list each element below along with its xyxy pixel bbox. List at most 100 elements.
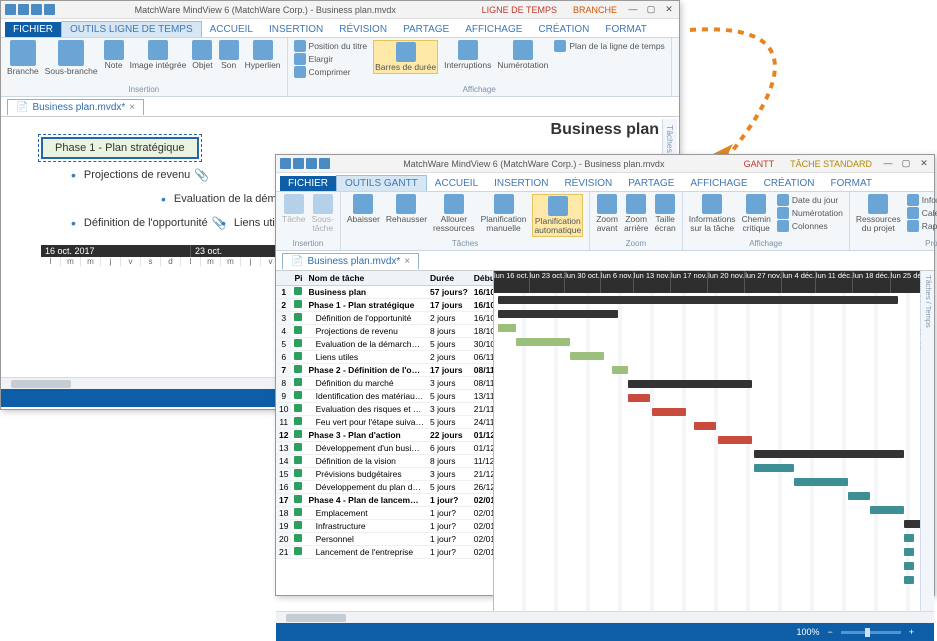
- btn-taille-ecran[interactable]: Taille écran: [655, 194, 676, 233]
- btn-chemin-critique[interactable]: Chemin critique: [742, 194, 771, 233]
- table-row[interactable]: 15 Prévisions budgétaires3 jours21/12/20…: [276, 468, 494, 481]
- hscrollbar[interactable]: [276, 611, 934, 623]
- tab-share[interactable]: PARTAGE: [620, 176, 682, 191]
- context-tab-gantt[interactable]: GANTT: [738, 158, 781, 170]
- table-row[interactable]: 12Phase 3 - Plan d'action22 jours01/12/2…: [276, 429, 494, 442]
- table-row[interactable]: 5 Evaluation de la démarch…5 jours30/10/…: [276, 338, 494, 351]
- gantt-bar[interactable]: [848, 492, 870, 500]
- gantt-bar[interactable]: [498, 310, 618, 318]
- btn-position-titre[interactable]: Position du titre: [294, 40, 368, 52]
- btn-elargir[interactable]: Elargir: [294, 53, 368, 65]
- gantt-bar[interactable]: [516, 338, 570, 346]
- tab-timeline-tools[interactable]: OUTILS LIGNE DE TEMPS: [61, 21, 202, 37]
- gantt-bar[interactable]: [628, 380, 752, 388]
- table-row[interactable]: 16 Développement du plan d…5 jours26/12/…: [276, 481, 494, 494]
- btn-date-jour[interactable]: Date du jour: [777, 194, 843, 206]
- tab-review[interactable]: RÉVISION: [556, 176, 620, 191]
- table-row[interactable]: 11 Feu vert pour l'étape suiva…5 jours24…: [276, 416, 494, 429]
- tab-gantt-tools[interactable]: OUTILS GANTT: [336, 175, 427, 191]
- tab-format[interactable]: FORMAT: [823, 176, 880, 191]
- btn-rehausser[interactable]: Rehausser: [386, 194, 427, 224]
- tab-view[interactable]: AFFICHAGE: [682, 176, 755, 191]
- gantt-chart[interactable]: lun 16 oct.lun 23 oct.lun 30 oct.lun 6 n…: [494, 271, 920, 611]
- btn-interruptions[interactable]: Interruptions: [444, 40, 491, 70]
- table-row[interactable]: 8 Définition du marché3 jours08/11/2017: [276, 377, 494, 390]
- tab-file[interactable]: FICHIER: [280, 176, 336, 191]
- tab-view[interactable]: AFFICHAGE: [457, 22, 530, 37]
- gantt-bar[interactable]: [694, 422, 716, 430]
- table-row[interactable]: 6 Liens utiles2 jours06/11/2017: [276, 351, 494, 364]
- table-row[interactable]: 4 Projections de revenu8 jours18/10/2017: [276, 325, 494, 338]
- table-row[interactable]: 20 Personnel1 jour?02/01/2018: [276, 533, 494, 546]
- gantt-bar[interactable]: [794, 478, 848, 486]
- btn-info-projet[interactable]: Informations sur le projet: [907, 194, 937, 206]
- gantt-bar[interactable]: [498, 324, 516, 332]
- zoom-in-icon[interactable]: +: [909, 627, 914, 637]
- gantt-bar[interactable]: [870, 506, 904, 514]
- table-row[interactable]: 3 Définition de l'opportunité2 jours16/1…: [276, 312, 494, 325]
- btn-rapports[interactable]: Rapports: [907, 220, 937, 232]
- btn-zoom-arriere[interactable]: Zoom arrière: [624, 194, 649, 233]
- btn-allouer-ressources[interactable]: Allouer ressources: [433, 194, 475, 233]
- doc-tab[interactable]: 📄 Business plan.mvdx* ×: [282, 253, 419, 269]
- tab-share[interactable]: PARTAGE: [395, 22, 457, 37]
- gantt-bar[interactable]: [754, 464, 794, 472]
- tab-create[interactable]: CRÉATION: [530, 22, 597, 37]
- node-phase1[interactable]: Phase 1 - Plan stratégique: [41, 137, 199, 159]
- maximize-icon[interactable]: ▢: [900, 158, 912, 169]
- table-row[interactable]: 2Phase 1 - Plan stratégique17 jours16/10…: [276, 299, 494, 312]
- context-tab-timeline[interactable]: LIGNE DE TEMPS: [476, 4, 563, 16]
- gantt-bar[interactable]: [570, 352, 604, 360]
- close-doc-icon[interactable]: ×: [404, 256, 410, 267]
- btn-zoom-avant[interactable]: Zoom avant: [596, 194, 618, 233]
- gantt-bar[interactable]: [904, 534, 914, 542]
- qat[interactable]: [5, 4, 55, 15]
- gantt-bar[interactable]: [754, 450, 904, 458]
- btn-planification-auto[interactable]: Planification automatique: [532, 194, 583, 237]
- maximize-icon[interactable]: ▢: [645, 4, 657, 15]
- gantt-bar[interactable]: [628, 394, 650, 402]
- gantt-bar[interactable]: [718, 436, 752, 444]
- btn-son[interactable]: Son: [219, 40, 239, 70]
- btn-image[interactable]: Image intégrée: [130, 40, 187, 70]
- tab-review[interactable]: RÉVISION: [331, 22, 395, 37]
- btn-plan-timeline[interactable]: Plan de la ligne de temps: [554, 40, 664, 52]
- table-row[interactable]: 13 Développement d'un busi…6 jours01/12/…: [276, 442, 494, 455]
- btn-hyperlien[interactable]: Hyperlien: [245, 40, 281, 70]
- tab-home[interactable]: ACCUEIL: [202, 22, 261, 37]
- table-row[interactable]: 17Phase 4 - Plan de lancem…1 jour?02/01/…: [276, 494, 494, 507]
- btn-note[interactable]: Note: [104, 40, 124, 70]
- doc-tab[interactable]: 📄 Business plan.mvdx* ×: [7, 99, 144, 115]
- minimize-icon[interactable]: —: [627, 4, 639, 15]
- btn-ressources-projet[interactable]: Ressources du projet: [856, 194, 901, 233]
- btn-planification-manuelle[interactable]: Planification manuelle: [481, 194, 527, 233]
- btn-numerotation[interactable]: Numérotation: [777, 207, 843, 219]
- context-tab-task[interactable]: TÂCHE STANDARD: [784, 158, 878, 170]
- btn-objet[interactable]: Objet: [192, 40, 212, 70]
- table-row[interactable]: 18 Emplacement1 jour?02/01/2018: [276, 507, 494, 520]
- zoom-slider[interactable]: [841, 631, 901, 634]
- table-row[interactable]: 19 Infrastructure1 jour?02/01/2018: [276, 520, 494, 533]
- table-row[interactable]: 10 Evaluation des risques et …3 jours21/…: [276, 403, 494, 416]
- table-row[interactable]: 7Phase 2 - Définition de l'o…17 jours08/…: [276, 364, 494, 377]
- table-row[interactable]: 14 Définition de la vision8 jours11/12/2…: [276, 455, 494, 468]
- table-row[interactable]: 1Business plan57 jours?16/10/2017: [276, 286, 494, 299]
- qat[interactable]: [280, 158, 330, 169]
- gantt-bar[interactable]: [652, 408, 686, 416]
- minimize-icon[interactable]: —: [882, 158, 894, 169]
- gantt-bar[interactable]: [904, 562, 914, 570]
- tab-file[interactable]: FICHIER: [5, 22, 61, 37]
- table-row[interactable]: 21 Lancement de l'entreprise1 jour?02/01…: [276, 546, 494, 559]
- tab-create[interactable]: CRÉATION: [756, 176, 823, 191]
- gantt-bar[interactable]: [612, 366, 628, 374]
- gantt-bar[interactable]: [904, 576, 914, 584]
- tab-home[interactable]: ACCUEIL: [427, 176, 486, 191]
- btn-abaisser[interactable]: Abaisser: [347, 194, 380, 224]
- btn-colonnes[interactable]: Colonnes: [777, 220, 843, 232]
- gantt-bar[interactable]: [498, 296, 898, 304]
- close-icon[interactable]: ✕: [663, 4, 675, 15]
- zoom-out-icon[interactable]: −: [827, 627, 832, 637]
- btn-barres-duree[interactable]: Barres de durée: [373, 40, 438, 74]
- gantt-bar[interactable]: [904, 520, 920, 528]
- btn-numerotation[interactable]: Numérotation: [497, 40, 548, 70]
